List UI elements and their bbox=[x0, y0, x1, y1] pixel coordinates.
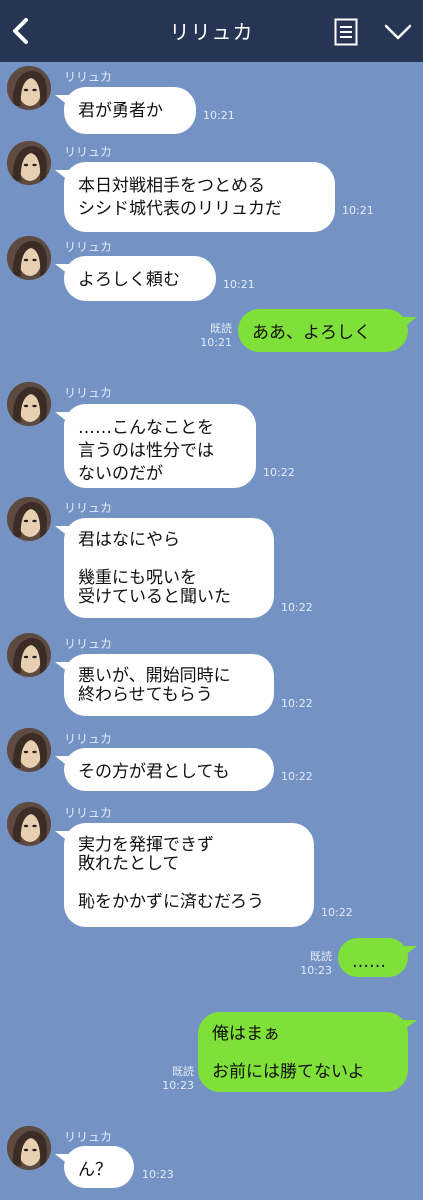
avatar[interactable] bbox=[7, 141, 51, 185]
read-receipt: 既読 bbox=[210, 322, 232, 335]
message-time: 10:21 bbox=[342, 204, 374, 217]
message-bubble[interactable]: 実力を発揮できず 敗れたとして 恥をかかずに済むだろう bbox=[64, 823, 314, 927]
message-bubble[interactable]: ……こんなことを 言うのは性分では ないのだが bbox=[64, 404, 256, 488]
chevron-down-icon[interactable] bbox=[383, 22, 413, 42]
message-time: 10:23 bbox=[300, 964, 332, 977]
message-meta: 既読 10:21 bbox=[196, 322, 232, 350]
sender-name: リリュカ bbox=[64, 637, 113, 651]
avatar[interactable] bbox=[7, 66, 51, 110]
message-time: 10:22 bbox=[321, 906, 353, 919]
sender-name: リリュカ bbox=[64, 240, 113, 254]
avatar[interactable] bbox=[7, 497, 51, 541]
message-bubble[interactable]: 君が勇者か bbox=[64, 87, 196, 134]
avatar[interactable] bbox=[7, 1126, 51, 1170]
sender-name: リリュカ bbox=[64, 732, 113, 746]
message-bubble[interactable]: 俺はまぁ お前には勝てないよ bbox=[198, 1012, 408, 1092]
message-bubble[interactable]: ん？ bbox=[64, 1146, 134, 1188]
chat-title: リリュカ bbox=[169, 20, 254, 44]
sender-name: リリュカ bbox=[64, 1130, 113, 1144]
message-bubble[interactable]: …… bbox=[338, 938, 408, 977]
avatar[interactable] bbox=[7, 633, 51, 677]
avatar[interactable] bbox=[7, 802, 51, 846]
message-bubble[interactable]: 君はなにやら 幾重にも呪いを 受けていると聞いた bbox=[64, 518, 274, 618]
message-bubble[interactable]: よろしく頼む bbox=[64, 256, 216, 301]
read-receipt: 既読 bbox=[310, 950, 332, 963]
chat-header: リリュカ bbox=[0, 0, 423, 62]
avatar[interactable] bbox=[7, 236, 51, 280]
sender-name: リリュカ bbox=[64, 806, 113, 820]
message-meta: 既読 10:23 bbox=[294, 950, 332, 978]
message-time: 10:21 bbox=[200, 336, 232, 349]
read-receipt: 既読 bbox=[172, 1065, 194, 1078]
message-time: 10:21 bbox=[203, 109, 235, 122]
message-time: 10:23 bbox=[162, 1079, 194, 1092]
message-time: 10:22 bbox=[281, 697, 313, 710]
message-bubble[interactable]: 本日対戦相手をつとめる シシド城代表のリリュカだ bbox=[64, 162, 335, 232]
message-bubble[interactable]: ああ、よろしく bbox=[238, 309, 408, 352]
sender-name: リリュカ bbox=[64, 70, 113, 84]
message-time: 10:21 bbox=[223, 278, 255, 291]
sender-name: リリュカ bbox=[64, 501, 113, 515]
message-time: 10:22 bbox=[281, 601, 313, 614]
notes-icon[interactable] bbox=[334, 18, 358, 46]
message-time: 10:22 bbox=[281, 770, 313, 783]
avatar[interactable] bbox=[7, 728, 51, 772]
message-time: 10:22 bbox=[263, 466, 295, 479]
avatar[interactable] bbox=[7, 382, 51, 426]
sender-name: リリュカ bbox=[64, 145, 113, 159]
sender-name: リリュカ bbox=[64, 386, 113, 400]
message-meta: 既読 10:23 bbox=[156, 1065, 194, 1093]
message-time: 10:23 bbox=[142, 1168, 174, 1181]
message-bubble[interactable]: その方が君としても bbox=[64, 748, 274, 791]
message-bubble[interactable]: 悪いが、開始同時に 終わらせてもらう bbox=[64, 654, 274, 716]
